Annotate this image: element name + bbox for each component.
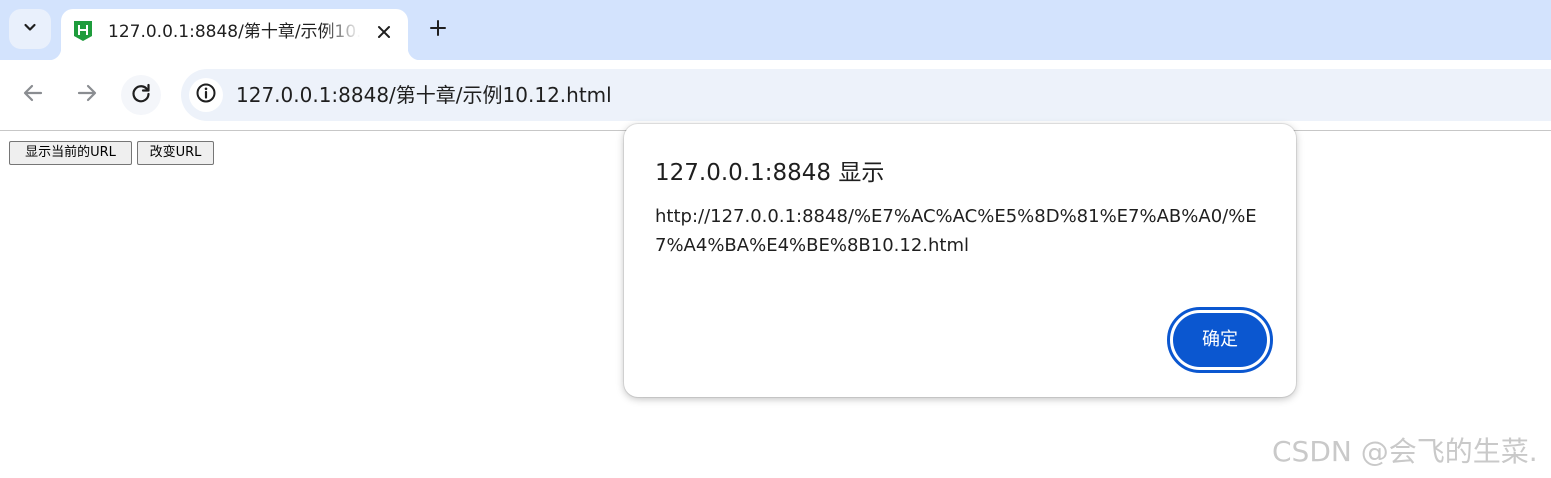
tab-search-button[interactable]: [9, 9, 51, 49]
browser-tab-active[interactable]: 127.0.0.1:8848/第十章/示例10.12.html: [49, 9, 420, 60]
dialog-message: http://127.0.0.1:8848/%E7%AC%AC%E5%8D%81…: [655, 206, 1257, 256]
forward-button[interactable]: [67, 75, 107, 115]
tab-strip: 127.0.0.1:8848/第十章/示例10.12.html: [0, 0, 1551, 60]
show-url-button[interactable]: 显示当前的URL: [9, 141, 132, 165]
plus-icon: [429, 19, 447, 41]
alert-dialog: 127.0.0.1:8848 显示 http://127.0.0.1:8848/…: [624, 124, 1296, 397]
arrow-right-icon: [76, 82, 98, 108]
address-bar[interactable]: 127.0.0.1:8848/第十章/示例10.12.html: [181, 69, 1551, 121]
change-url-button[interactable]: 改变URL: [137, 141, 214, 165]
site-info-button[interactable]: [189, 78, 223, 112]
back-button[interactable]: [13, 75, 53, 115]
browser-toolbar: 127.0.0.1:8848/第十章/示例10.12.html: [0, 60, 1551, 131]
reload-icon: [130, 82, 152, 108]
watermark-text: CSDN @会飞的生菜.: [1272, 435, 1538, 468]
tab-title: 127.0.0.1:8848/第十章/示例10.12.html: [108, 22, 360, 42]
arrow-left-icon: [22, 82, 44, 108]
close-tab-icon[interactable]: [371, 19, 397, 45]
new-tab-button[interactable]: [424, 16, 452, 44]
ok-button[interactable]: 确定: [1167, 307, 1273, 373]
hbuilder-favicon-icon: [73, 20, 93, 42]
info-icon: [195, 82, 217, 108]
url-text[interactable]: 127.0.0.1:8848/第十章/示例10.12.html: [236, 82, 612, 108]
chevron-down-icon: [22, 19, 38, 39]
reload-button[interactable]: [121, 75, 161, 115]
ok-button-label: 确定: [1173, 313, 1267, 367]
dialog-title: 127.0.0.1:8848 显示: [655, 160, 885, 186]
